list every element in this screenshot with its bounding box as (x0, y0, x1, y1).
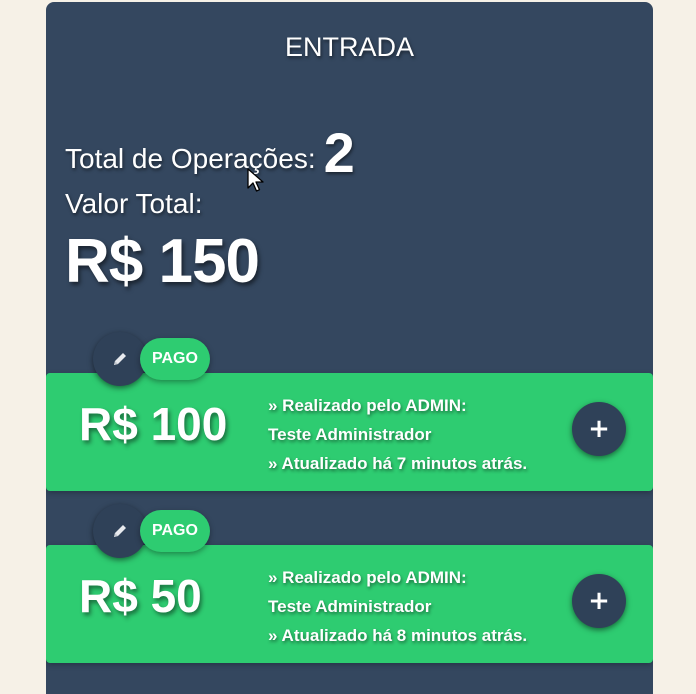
entry-info: » Realizado pelo ADMIN: Teste Administra… (268, 563, 527, 650)
entry-card: R$ 100 » Realizado pelo ADMIN: Teste Adm… (46, 373, 653, 491)
add-button[interactable]: + (572, 402, 626, 456)
pencil-icon (114, 353, 126, 365)
pencil-icon (114, 525, 126, 537)
entrada-panel: ENTRADA Total de Operações: 2 Valor Total… (46, 2, 653, 694)
total-operations-label: Total de Operações: (65, 143, 316, 174)
entry-info: » Realizado pelo ADMIN: Teste Administra… (268, 391, 527, 478)
total-operations-count: 2 (323, 121, 355, 184)
total-operations-row: Total de Operações: 2 (65, 120, 355, 185)
edit-button[interactable] (93, 504, 147, 558)
panel-title: ENTRADA (284, 32, 414, 62)
add-button[interactable]: + (572, 574, 626, 628)
entry-user: Teste Administrador (268, 425, 432, 444)
status-badge: PAGO (140, 338, 210, 380)
entry-amount: R$ 100 (79, 398, 228, 450)
plus-icon: + (588, 586, 610, 616)
total-value-label: Valor Total: (65, 188, 203, 219)
edit-button[interactable] (93, 332, 147, 386)
mouse-cursor-icon (247, 168, 264, 192)
entry-updated: » Atualizado há 7 minutos atrás. (268, 454, 528, 473)
entry-user: Teste Administrador (268, 597, 432, 616)
total-value: R$ 150 (65, 227, 260, 296)
entry-card: R$ 50 » Realizado pelo ADMIN: Teste Admi… (46, 545, 653, 663)
entry-realizado: » Realizado pelo ADMIN: (268, 396, 467, 415)
status-badge: PAGO (140, 510, 210, 552)
entry-amount: R$ 50 (79, 570, 202, 622)
entry-updated: » Atualizado há 8 minutos atrás. (268, 626, 528, 645)
plus-icon: + (588, 414, 610, 444)
entry-realizado: » Realizado pelo ADMIN: (268, 568, 467, 587)
